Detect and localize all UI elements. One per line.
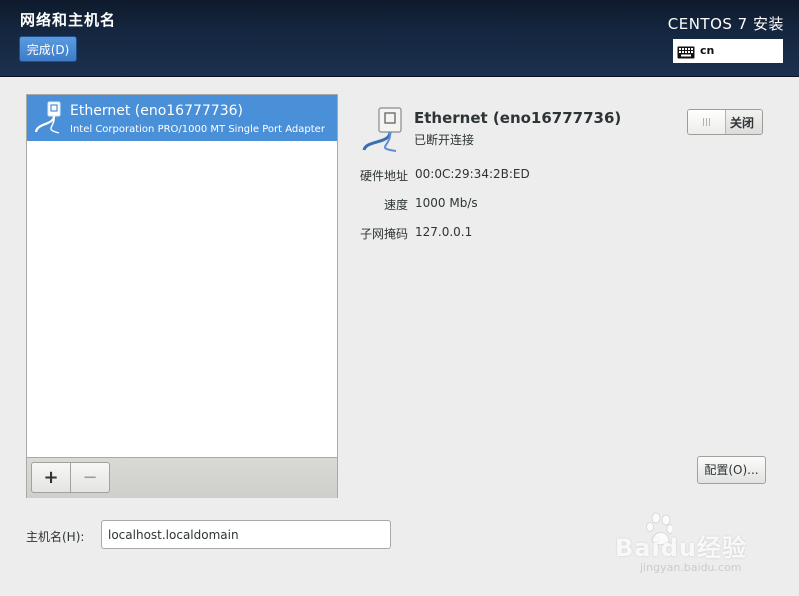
hostname-label: 主机名(H):: [26, 530, 85, 544]
done-button[interactable]: 完成(D): [19, 36, 77, 62]
install-title: CENTOS 7 安装: [667, 15, 784, 33]
keyboard-layout-indicator[interactable]: cn: [673, 39, 783, 63]
configure-button[interactable]: 配置(O)...: [697, 456, 766, 484]
add-device-button[interactable]: +: [31, 462, 71, 493]
speed-label: 速度: [383, 198, 408, 212]
header-bar: 网络和主机名 完成(D) CENTOS 7 安装 cn: [0, 0, 799, 77]
spoke-title: 网络和主机名: [20, 11, 117, 29]
grip-line: [706, 118, 707, 126]
connection-toggle[interactable]: 关闭: [687, 109, 763, 135]
hostname-input[interactable]: [101, 520, 391, 549]
device-name: Ethernet (eno16777736): [70, 103, 243, 119]
speed-value: 1000 Mb/s: [415, 196, 478, 210]
subnet-mask-value: 127.0.0.1: [415, 225, 473, 239]
grip-line: [703, 118, 704, 126]
device-list: Ethernet (eno16777736) Intel Corporation…: [26, 94, 338, 498]
keyboard-layout-label: cn: [700, 44, 715, 57]
hardware-address-label: 硬件地址: [359, 169, 408, 183]
watermark-text: Baidu经验: [615, 534, 747, 562]
device-description: Intel Corporation PRO/1000 MT Single Por…: [70, 124, 325, 135]
toggle-knob[interactable]: [688, 110, 726, 134]
device-list-item-ethernet[interactable]: Ethernet (eno16777736) Intel Corporation…: [27, 95, 337, 141]
hardware-address-value: 00:0C:29:34:2B:ED: [415, 167, 530, 181]
ethernet-cable-icon: [33, 101, 63, 139]
device-list-toolbar: + −: [27, 457, 337, 498]
connection-status: 已断开连接: [414, 133, 475, 147]
toggle-state-label: 关闭: [730, 116, 755, 130]
remove-device-button[interactable]: −: [70, 462, 110, 493]
subnet-mask-label: 子网掩码: [359, 227, 408, 241]
device-detail-name: Ethernet (eno16777736): [414, 109, 622, 127]
watermark-url: jingyan.baidu.com: [640, 561, 742, 574]
ethernet-cable-icon: [360, 106, 406, 156]
grip-line: [709, 118, 710, 126]
keyboard-icon: [677, 44, 695, 63]
